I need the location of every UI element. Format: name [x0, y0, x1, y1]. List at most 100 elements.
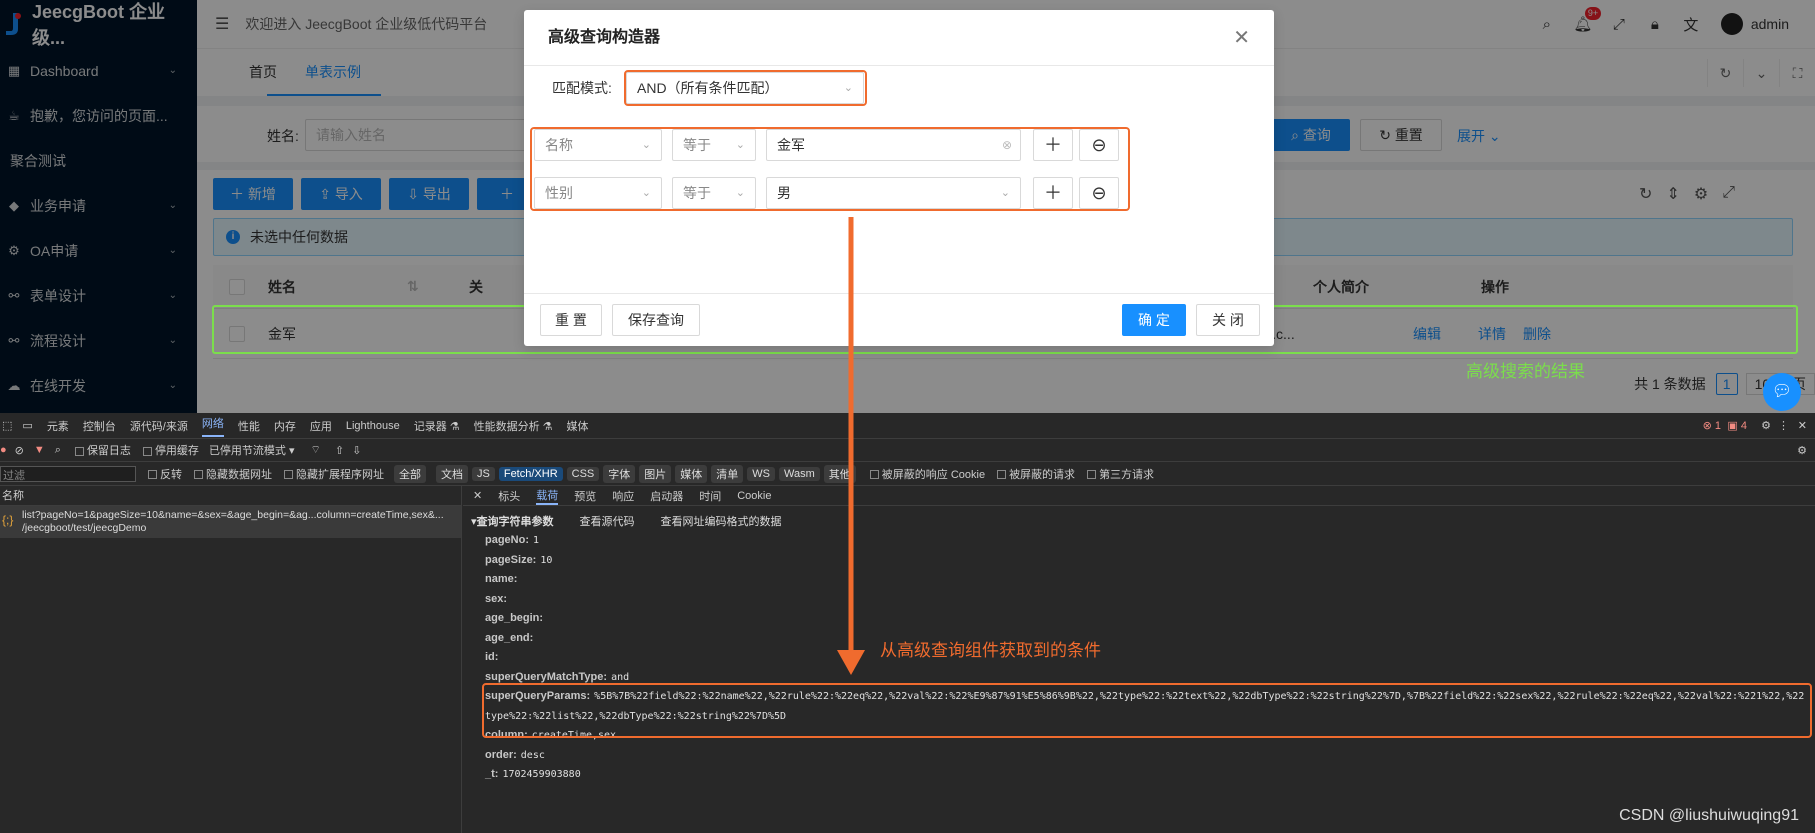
upload-icon[interactable]: ⇧: [335, 444, 344, 457]
detail-tab-preview[interactable]: 预览: [574, 488, 596, 504]
type-all[interactable]: 全部: [394, 464, 426, 483]
type-ws[interactable]: WS: [747, 466, 775, 481]
detail-tab-response[interactable]: 响应: [612, 488, 634, 504]
view-encoded-link[interactable]: 查看网址编码格式的数据: [661, 513, 782, 529]
devtools-tab-media[interactable]: 媒体: [567, 418, 589, 434]
modal-close-button[interactable]: 关 闭: [1196, 304, 1260, 336]
gear-icon[interactable]: ⚙: [1797, 444, 1807, 457]
filter-input[interactable]: 过滤: [0, 465, 136, 482]
type-css[interactable]: CSS: [566, 466, 600, 481]
conditions-highlight: [530, 127, 1130, 211]
clear-icon[interactable]: ⊘: [15, 444, 24, 457]
param-row: _t: 1702459903880: [485, 768, 581, 780]
confirm-button[interactable]: 确 定: [1122, 304, 1186, 336]
query-params-section: ▾查询字符串参数 查看源代码 查看网址编码格式的数据: [471, 513, 782, 529]
param-row: order: desc: [485, 748, 545, 761]
detail-tabs: ✕ 标头 载荷 预览 响应 启动器 时间 Cookie: [463, 486, 1815, 506]
section-title[interactable]: ▾查询字符串参数: [471, 513, 554, 529]
type-doc[interactable]: 文档: [436, 464, 468, 483]
param-row: pageNo: 1: [485, 534, 540, 546]
warning-count[interactable]: ▣ 4: [1727, 419, 1747, 432]
request-detail: ✕ 标头 载荷 预览 响应 启动器 时间 Cookie ▾查询字符串参数 查看源…: [463, 486, 1815, 833]
wifi-icon[interactable]: ⌔: [311, 443, 321, 457]
close-icon[interactable]: ✕: [1798, 419, 1807, 432]
warning-icon: ▣: [1727, 420, 1738, 432]
modal-title: 高级查询构造器: [548, 29, 661, 46]
preserve-log-checkbox[interactable]: 保留日志: [74, 442, 131, 458]
search-icon[interactable]: ⌕: [55, 444, 61, 457]
super-query-modal: 高级查询构造器 ✕ 匹配模式: AND（所有条件匹配） ⌄ 名称 ⌄ 等于 ⌄ 金军 ⊗…: [524, 10, 1274, 346]
close-icon[interactable]: ✕: [1233, 10, 1250, 66]
blocked-cookies-checkbox[interactable]: 被屏蔽的响应 Cookie: [869, 466, 985, 482]
devtools-tab-elements[interactable]: 元素: [47, 418, 69, 434]
network-filter-bar: 过滤 反转 隐藏数据网址 隐藏扩展程序网址 全部 文档 JS Fetch/XHR…: [0, 462, 1815, 486]
type-fetch-xhr[interactable]: Fetch/XHR: [498, 466, 563, 481]
param-row: name:: [485, 573, 518, 585]
type-js[interactable]: JS: [472, 466, 495, 481]
view-source-link[interactable]: 查看源代码: [580, 513, 635, 529]
detail-tab-initiator[interactable]: 启动器: [650, 488, 683, 504]
devtools-tab-memory[interactable]: 内存: [274, 418, 296, 434]
third-party-checkbox[interactable]: 第三方请求: [1087, 466, 1154, 482]
devtools-tab-recorder[interactable]: 记录器 ⚗: [414, 418, 460, 434]
detail-tab-cookie[interactable]: Cookie: [737, 490, 771, 502]
hide-data-urls-checkbox[interactable]: 隐藏数据网址: [194, 466, 272, 482]
devtools-tab-application[interactable]: 应用: [310, 418, 332, 434]
param-row: id:: [485, 651, 499, 663]
app-window: JeecgBoot 企业级... ▦ Dashboard ⌄ ☕ 抱歉，您访问的…: [0, 0, 1815, 413]
device-icon[interactable]: ▭: [22, 419, 32, 432]
match-mode-row: 匹配模式:: [552, 78, 612, 98]
request-path: /jeecgboot/test/jeecgDemo: [22, 522, 147, 534]
type-manifest[interactable]: 清单: [711, 464, 744, 483]
devtools-tabbar: ⬚ ▭ 元素 控制台 源代码/来源 网络 性能 内存 应用 Lighthouse…: [0, 413, 1815, 439]
throttle-select[interactable]: 已停用节流模式 ▾: [209, 442, 295, 458]
network-toolbar: ● ⊘ ▼ ⌕ 保留日志 停用缓存 已停用节流模式 ▾ ⌔ ⇧ ⇩ ⚙: [0, 439, 1815, 462]
devtools-tab-performance[interactable]: 性能: [238, 418, 260, 434]
modal-header: 高级查询构造器 ✕: [524, 10, 1274, 66]
devtools-tab-perf-insights[interactable]: 性能数据分析 ⚗: [474, 418, 553, 434]
xhr-icon: {;}: [2, 513, 14, 527]
type-other[interactable]: 其他: [823, 464, 856, 483]
type-font[interactable]: 字体: [603, 464, 636, 483]
filter-icon[interactable]: ▼: [34, 444, 45, 456]
error-count[interactable]: ⊗ 1: [1703, 419, 1721, 432]
params-highlight: [482, 683, 1812, 738]
download-icon[interactable]: ⇩: [352, 444, 361, 457]
invert-checkbox[interactable]: 反转: [148, 466, 182, 482]
modal-reset-button[interactable]: 重 置: [540, 304, 602, 336]
devtools-tab-console[interactable]: 控制台: [83, 418, 116, 434]
type-media[interactable]: 媒体: [675, 464, 708, 483]
more-icon[interactable]: ⋮: [1778, 419, 1789, 432]
inspect-icon[interactable]: ⬚: [2, 419, 12, 432]
record-icon[interactable]: ●: [0, 444, 7, 456]
devtools-tab-sources[interactable]: 源代码/来源: [130, 418, 188, 434]
param-row: sex:: [485, 592, 508, 605]
disable-cache-checkbox[interactable]: 停用缓存: [142, 442, 199, 458]
close-icon[interactable]: ✕: [473, 489, 482, 502]
param-row: age_begin:: [485, 612, 544, 624]
condition-annotation: 从高级查询组件获取到的条件: [880, 641, 1101, 660]
detail-tab-payload[interactable]: 载荷: [536, 487, 559, 505]
gear-icon[interactable]: ⚙: [1761, 419, 1771, 432]
devtools-tab-network[interactable]: 网络: [201, 415, 224, 437]
request-list: 名称 {;} list?pageNo=1&pageSize=10&name=&s…: [0, 486, 462, 833]
save-query-button[interactable]: 保存查询: [612, 304, 700, 336]
detail-tab-timing[interactable]: 时间: [699, 488, 721, 504]
request-url: list?pageNo=1&pageSize=10&name=&sex=&age…: [22, 509, 444, 521]
blocked-requests-checkbox[interactable]: 被屏蔽的请求: [997, 466, 1075, 482]
devtools-tab-lighthouse[interactable]: Lighthouse: [346, 420, 400, 432]
name-column-header[interactable]: 名称: [0, 486, 461, 506]
watermark: CSDN @liushuiwuqing91: [1619, 807, 1799, 824]
type-img[interactable]: 图片: [639, 464, 672, 483]
param-row: pageSize: 10: [485, 553, 553, 566]
detail-tab-headers[interactable]: 标头: [498, 488, 520, 504]
hide-ext-urls-checkbox[interactable]: 隐藏扩展程序网址: [284, 466, 384, 482]
devtools-panel: ⬚ ▭ 元素 控制台 源代码/来源 网络 性能 内存 应用 Lighthouse…: [0, 413, 1815, 833]
list-item[interactable]: {;} list?pageNo=1&pageSize=10&name=&sex=…: [0, 506, 461, 538]
caret-down-icon: ▾: [289, 445, 295, 457]
chat-icon[interactable]: 💬︎: [1763, 373, 1801, 411]
param-list: pageNo: 1 pageSize: 10 name: sex: age_begi…: [485, 531, 1810, 785]
type-wasm[interactable]: Wasm: [779, 466, 820, 481]
error-icon: ⊗: [1702, 420, 1712, 432]
result-annotation: 高级搜索的结果: [1466, 362, 1585, 381]
